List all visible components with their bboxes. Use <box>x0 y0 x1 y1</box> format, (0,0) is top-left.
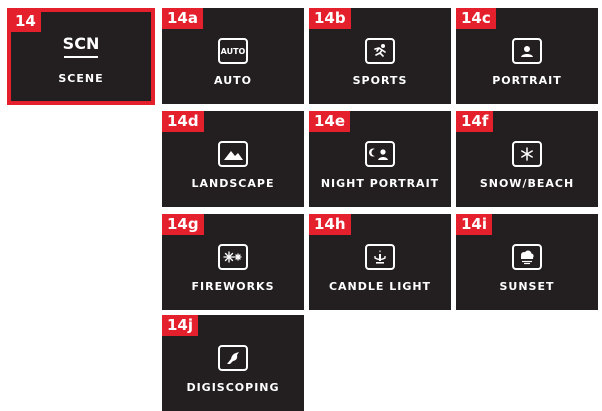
mode-label: CANDLE LIGHT <box>328 280 432 293</box>
scn-mode-text: SCN <box>62 34 100 53</box>
mode-label: PORTRAIT <box>492 74 562 87</box>
candle-icon <box>365 244 395 270</box>
portrait-icon <box>512 38 542 64</box>
mode-tile-candle-light[interactable]: 14h CANDLE LIGHT <box>309 214 451 310</box>
mode-tile-digiscoping[interactable]: 14j DIGISCOPING <box>162 315 304 411</box>
mode-tag: 14e <box>309 111 351 132</box>
mode-tag: 14c <box>456 8 496 29</box>
mode-label: SUNSET <box>499 280 555 293</box>
mode-tile-landscape[interactable]: 14d LANDSCAPE <box>162 111 304 207</box>
mode-label: SNOW/BEACH <box>479 177 575 190</box>
runner-icon <box>365 38 395 64</box>
bird-icon <box>218 345 248 371</box>
mode-tag: 14b <box>309 8 351 29</box>
scene-tag: 14 <box>10 11 41 32</box>
mode-tag: 14i <box>456 214 493 235</box>
scene-label: SCENE <box>58 72 104 85</box>
mode-tag: 14g <box>162 214 204 235</box>
mode-tile-sunset[interactable]: 14i SUNSET <box>456 214 598 310</box>
mode-tag: 14a <box>162 8 203 29</box>
mode-tile-portrait[interactable]: 14c PORTRAIT <box>456 8 598 104</box>
mode-label: DIGISCOPING <box>186 381 280 394</box>
fireworks-icon <box>218 244 248 270</box>
mode-tag: 14h <box>309 214 351 235</box>
mode-label: LANDSCAPE <box>191 177 275 190</box>
mode-label: AUTO <box>214 74 252 87</box>
mode-tile-fireworks[interactable]: 14g FIREWORKS <box>162 214 304 310</box>
auto-icon: AUTO <box>218 38 248 64</box>
mode-tile-sports[interactable]: 14b SPORTS <box>309 8 451 104</box>
mode-label: SPORTS <box>352 74 408 87</box>
scene-tile[interactable]: 14 SCN SCENE <box>7 8 155 105</box>
mode-tile-auto[interactable]: 14a AUTO AUTO <box>162 8 304 104</box>
mode-tile-night-portrait[interactable]: 14e NIGHT PORTRAIT <box>309 111 451 207</box>
mode-label: NIGHT PORTRAIT <box>320 177 440 190</box>
snowflake-icon <box>512 141 542 167</box>
scn-underline <box>64 56 98 58</box>
mode-label: FIREWORKS <box>191 280 275 293</box>
sunset-icon <box>512 244 542 270</box>
mode-tag: 14f <box>456 111 494 132</box>
mountain-icon <box>218 141 248 167</box>
mode-tag: 14d <box>162 111 204 132</box>
night-portrait-icon <box>365 141 395 167</box>
mode-tile-snow-beach[interactable]: 14f SNOW/BEACH <box>456 111 598 207</box>
mode-tag: 14j <box>162 315 199 336</box>
